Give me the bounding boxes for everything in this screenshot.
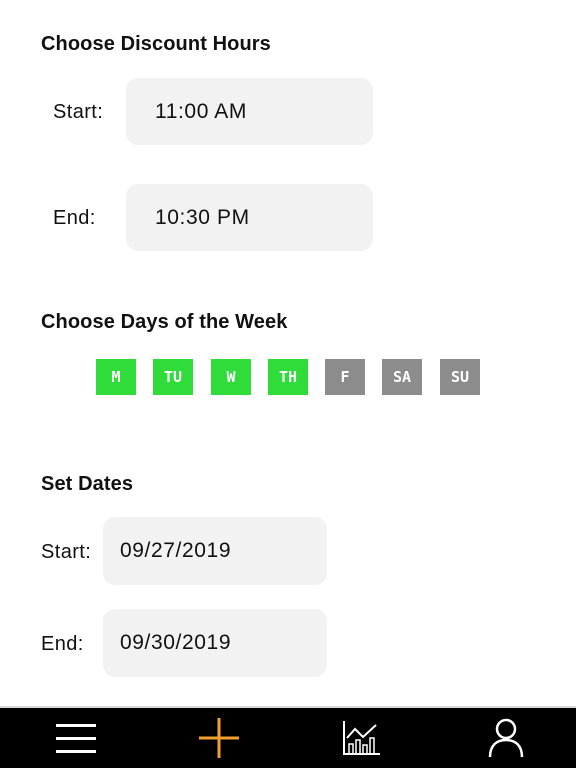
dates-start-field[interactable]: 09/27/2019: [103, 517, 327, 585]
day-toggle-monday[interactable]: M: [96, 359, 136, 395]
day-toggle-saturday[interactable]: SA: [382, 359, 422, 395]
hours-start-field[interactable]: 11:00 AM: [126, 78, 373, 145]
menu-button[interactable]: [36, 708, 116, 768]
day-toggle-tuesday[interactable]: TU: [153, 359, 193, 395]
hours-start-label: Start:: [53, 101, 104, 123]
analytics-button[interactable]: [322, 708, 402, 768]
profile-button[interactable]: [466, 708, 546, 768]
hours-end-field[interactable]: 10:30 PM: [126, 184, 373, 251]
set-dates-title: Set Dates: [41, 473, 134, 495]
hours-end-label: End:: [53, 207, 96, 229]
day-toggle-sunday[interactable]: SU: [440, 359, 480, 395]
chart-icon: [343, 721, 380, 755]
dates-end-label: End:: [41, 633, 84, 655]
day-toggle-thursday[interactable]: TH: [268, 359, 308, 395]
add-icon: [199, 718, 239, 758]
add-button[interactable]: [179, 708, 259, 768]
dates-start-label: Start:: [41, 541, 92, 563]
dates-end-field[interactable]: 09/30/2019: [103, 609, 327, 677]
days-of-week-title: Choose Days of the Week: [41, 311, 288, 333]
menu-icon: [56, 724, 96, 753]
profile-icon: [488, 718, 524, 758]
day-toggle-friday[interactable]: F: [325, 359, 365, 395]
bottom-nav-bar: [0, 706, 576, 768]
day-toggle-wednesday[interactable]: W: [211, 359, 251, 395]
discount-hours-title: Choose Discount Hours: [41, 33, 271, 55]
